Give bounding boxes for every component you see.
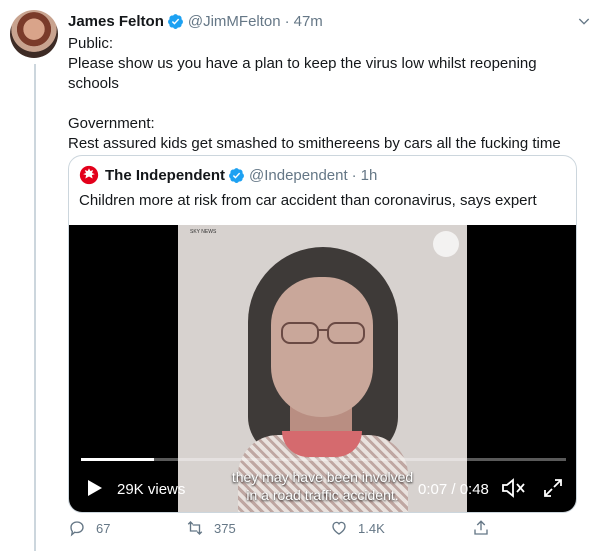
view-count: 29K views [117, 481, 186, 498]
timecode: 0:07 / 0:48 [418, 481, 489, 498]
progress-bar-fill [81, 458, 154, 461]
retweet-icon [187, 521, 203, 535]
progress-bar[interactable] [81, 458, 566, 461]
tweet-header: James Felton @JimMFelton · 47m [68, 10, 592, 32]
separator-dot: · [284, 12, 290, 30]
tweet-actions: 67 375 1.4K [68, 519, 498, 541]
video-controls: 29K views 0:07 / 0:48 [69, 471, 576, 507]
quoted-author-handle[interactable]: @Independent [249, 167, 348, 184]
reply-count: 67 [96, 520, 111, 536]
video-subject-face [271, 277, 373, 417]
video-player[interactable]: SKY NEWS they may have been involved in … [69, 225, 576, 512]
mute-icon[interactable] [501, 477, 527, 499]
tweet-text: Public: Please show us you have a plan t… [68, 35, 561, 152]
like-count: 1.4K [358, 520, 385, 536]
share-button[interactable] [472, 519, 500, 537]
like-button[interactable]: 1.4K [330, 519, 385, 537]
quoted-tweet-header: The Independent @Independent · 1h [79, 165, 377, 185]
quoted-author-name[interactable]: The Independent [105, 167, 225, 184]
quoted-tweet-text: Children more at risk from car accident … [79, 192, 537, 209]
verified-icon [167, 13, 183, 29]
glasses-shape [281, 322, 365, 344]
quoted-tweet-time[interactable]: 1h [361, 167, 378, 184]
channel-watermark: SKY NEWS [190, 229, 217, 235]
like-icon [332, 521, 346, 535]
fullscreen-icon[interactable] [542, 477, 564, 499]
author-handle[interactable]: @JimMFelton [188, 13, 281, 30]
author-name[interactable]: James Felton [68, 13, 164, 30]
reply-button[interactable]: 67 [68, 519, 110, 537]
retweet-count: 375 [214, 520, 236, 536]
caret-down-icon[interactable] [576, 13, 592, 29]
reply-icon [70, 521, 84, 537]
tweet-time[interactable]: 47m [294, 13, 323, 30]
retweet-button[interactable]: 375 [186, 519, 236, 537]
avatar[interactable] [10, 10, 58, 58]
thread-line [34, 64, 36, 551]
independent-watermark-icon [433, 231, 459, 257]
play-icon[interactable] [87, 479, 103, 497]
share-icon [474, 520, 488, 535]
independent-eagle-icon [79, 165, 99, 185]
video-frame: SKY NEWS they may have been involved in … [178, 225, 467, 512]
separator-dot: · [351, 166, 357, 184]
verified-icon [229, 167, 244, 183]
quoted-tweet[interactable]: The Independent @Independent · 1h Childr… [68, 155, 577, 513]
